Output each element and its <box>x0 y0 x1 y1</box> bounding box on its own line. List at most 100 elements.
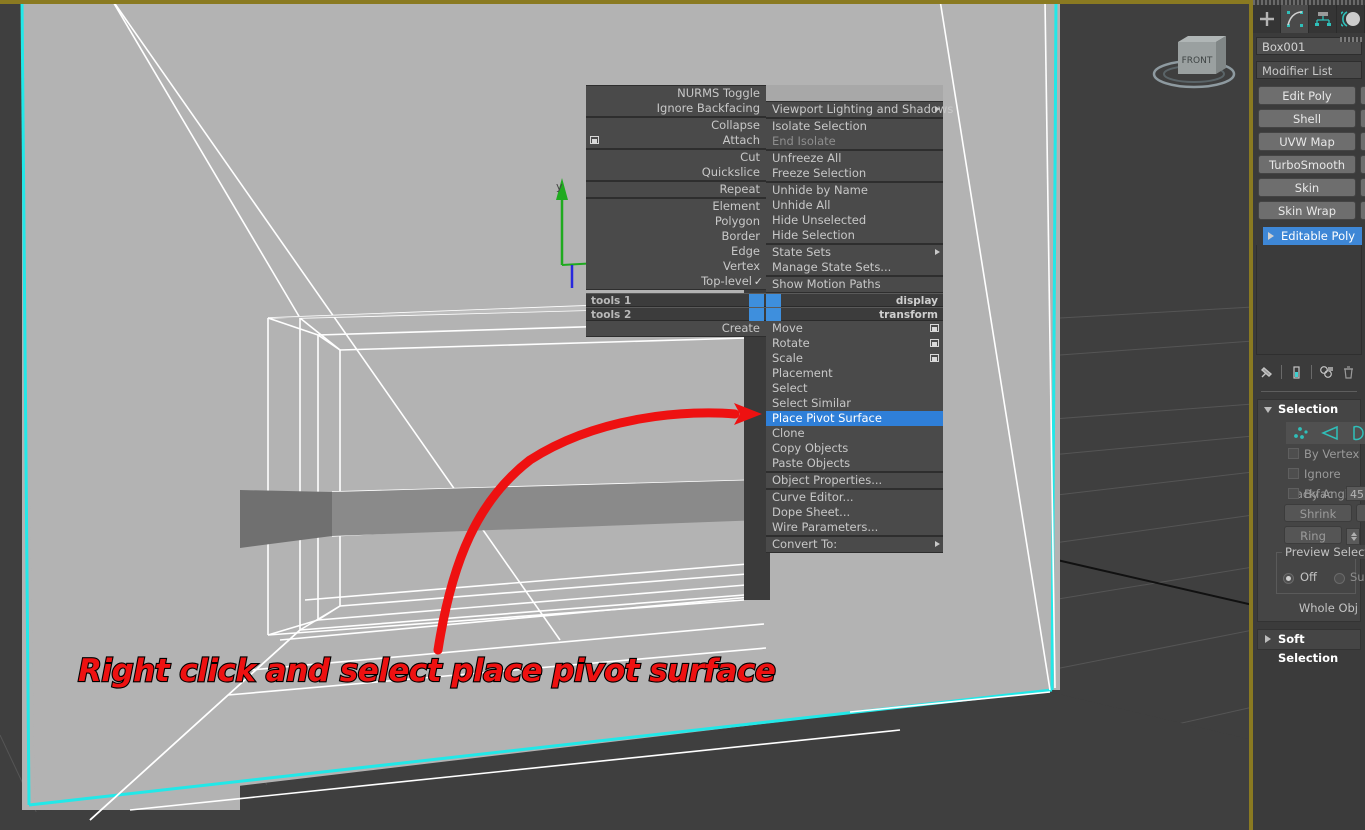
make-unique-icon[interactable] <box>1319 365 1335 380</box>
menu-item-vertex[interactable]: Vertex <box>586 259 766 274</box>
menu-item-rotate[interactable]: Rotate <box>766 336 943 351</box>
menu-item-manage-state-sets[interactable]: Manage State Sets... <box>766 260 943 275</box>
checkbox-ignore-backfacing[interactable]: Ignore Backfac <box>1258 464 1360 501</box>
menu-item-element[interactable]: Element <box>586 199 766 214</box>
quad-bar-indicator[interactable] <box>766 308 781 322</box>
menu-item-unhide-all[interactable]: Unhide All <box>766 198 943 213</box>
modifier-button-secondary[interactable] <box>1360 155 1365 174</box>
modifier-button-secondary[interactable] <box>1360 109 1365 128</box>
menu-item-object-properties[interactable]: Object Properties... <box>766 473 943 488</box>
quad-bar-indicator[interactable] <box>749 294 764 308</box>
menu-item-move[interactable]: Move <box>766 321 943 336</box>
hierarchy-tab[interactable] <box>1309 5 1337 33</box>
menu-item-repeat[interactable]: Repeat <box>586 182 766 197</box>
modifier-button-edit-poly[interactable]: Edit Poly <box>1258 86 1356 105</box>
menu-item-collapse[interactable]: Collapse <box>586 118 766 133</box>
modifier-stack-list[interactable] <box>1256 245 1362 355</box>
menu-item-attach[interactable]: Attach <box>586 133 766 148</box>
menu-item-top-level[interactable]: Top-level ✓ <box>586 274 766 289</box>
expand-triangle-icon[interactable] <box>1265 635 1271 643</box>
menu-item-select[interactable]: Select <box>766 381 943 396</box>
quad-menu-left-column[interactable]: NURMS Toggle Ignore Backfacing Collapse … <box>586 85 766 290</box>
modifier-button-uvw-map[interactable]: UVW Map <box>1258 132 1356 151</box>
scale-settings-box-icon[interactable] <box>930 354 939 362</box>
expand-triangle-icon[interactable] <box>1268 232 1274 240</box>
quad-bar-indicator[interactable] <box>749 308 764 322</box>
checkbox-box[interactable] <box>1288 448 1299 459</box>
menu-item-clone[interactable]: Clone <box>766 426 943 441</box>
menu-item-scale[interactable]: Scale <box>766 351 943 366</box>
menu-item-curve-editor[interactable]: Curve Editor... <box>766 490 943 505</box>
menu-item-unfreeze-all[interactable]: Unfreeze All <box>766 151 943 166</box>
edge-icon[interactable] <box>1320 425 1340 441</box>
menu-item-placement[interactable]: Placement <box>766 366 943 381</box>
quad-menu-right-lower[interactable]: Move Rotate Scale Placement Select Selec… <box>766 321 943 553</box>
menu-item-hide-unselected[interactable]: Hide Unselected <box>766 213 943 228</box>
rotate-settings-box-icon[interactable] <box>930 339 939 347</box>
menu-item-select-similar[interactable]: Select Similar <box>766 396 943 411</box>
modifier-button-skin-wrap[interactable]: Skin Wrap <box>1258 201 1356 220</box>
menu-item-freeze-selection[interactable]: Freeze Selection <box>766 166 943 181</box>
subobject-level-buttons[interactable] <box>1286 422 1365 444</box>
menu-item-isolate-selection[interactable]: Isolate Selection <box>766 119 943 134</box>
menu-item-paste-objects[interactable]: Paste Objects <box>766 456 943 471</box>
quad-bar-indicator[interactable] <box>766 294 781 308</box>
radio-preview-off[interactable] <box>1283 573 1294 584</box>
create-tab[interactable] <box>1253 5 1281 33</box>
quad-menu-right-column[interactable]: Viewport Lighting and Shadows Isolate Se… <box>766 85 953 293</box>
menu-item-edge[interactable]: Edge <box>586 244 766 259</box>
modifier-button-shell[interactable]: Shell <box>1258 109 1356 128</box>
modifier-button-secondary[interactable] <box>1360 178 1365 197</box>
radio-preview-subobject[interactable] <box>1334 573 1345 584</box>
menu-item-wire-parameters[interactable]: Wire Parameters... <box>766 520 943 535</box>
command-panel[interactable]: Box001 Modifier List Edit Poly Shell UVW… <box>1253 0 1365 830</box>
by-angle-value-field[interactable]: 45. <box>1346 486 1365 501</box>
show-end-result-icon[interactable] <box>1289 365 1304 380</box>
attach-settings-box-icon[interactable] <box>590 136 599 144</box>
remove-modifier-icon[interactable] <box>1342 365 1355 380</box>
shrink-button[interactable]: Shrink <box>1284 504 1352 522</box>
modifier-stack-toolbar[interactable] <box>1253 355 1365 389</box>
border-icon[interactable] <box>1349 425 1365 441</box>
menu-item-copy-objects[interactable]: Copy Objects <box>766 441 943 456</box>
modifier-button-turbosmooth[interactable]: TurboSmooth <box>1258 155 1356 174</box>
modifier-stack-item-editable-poly[interactable]: Editable Poly <box>1263 227 1362 245</box>
menu-item-unhide-by-name[interactable]: Unhide by Name <box>766 183 943 198</box>
menu-item-place-pivot-surface[interactable]: Place Pivot Surface <box>766 411 943 426</box>
menu-item-viewport-lighting-and-shadows[interactable]: Viewport Lighting and Shadows <box>766 102 953 117</box>
checkbox-by-angle[interactable]: By Angle: 45. <box>1258 484 1365 504</box>
rollout-soft-selection-header[interactable]: Soft Selection <box>1258 630 1360 665</box>
viewcube-widget[interactable]: FRONT <box>1148 26 1240 92</box>
grow-button[interactable] <box>1356 504 1365 522</box>
vertex-icon[interactable] <box>1291 425 1311 441</box>
rollout-selection[interactable]: Selection By Vertex Ignore Backfac By An… <box>1257 399 1365 622</box>
menu-item-cut[interactable]: Cut <box>586 150 766 165</box>
quad-bar-tools-1[interactable]: tools 1 display <box>586 293 943 308</box>
motion-tab[interactable] <box>1337 5 1365 33</box>
move-settings-box-icon[interactable] <box>930 324 939 332</box>
quad-bar-tools-2[interactable]: tools 2 transform <box>586 307 943 322</box>
quad-menu-left-lower[interactable]: Create <box>586 321 766 337</box>
modifier-button-secondary[interactable] <box>1360 132 1365 151</box>
ring-button[interactable]: Ring <box>1284 526 1342 544</box>
menu-item-convert-to[interactable]: Convert To: <box>766 537 943 552</box>
checkbox-box[interactable] <box>1288 488 1299 499</box>
modifier-list-dropdown[interactable]: Modifier List <box>1256 61 1362 79</box>
modifier-button-skin[interactable]: Skin <box>1258 178 1356 197</box>
rollout-soft-selection[interactable]: Soft Selection <box>1257 629 1361 665</box>
menu-item-polygon[interactable]: Polygon <box>586 214 766 229</box>
pin-stack-icon[interactable] <box>1259 365 1274 380</box>
menu-item-hide-selection[interactable]: Hide Selection <box>766 228 943 243</box>
checkbox-box[interactable] <box>1288 468 1299 479</box>
ring-spinner[interactable] <box>1346 528 1360 545</box>
modifier-button-secondary[interactable] <box>1360 201 1365 220</box>
modifier-button-set[interactable]: Edit Poly Shell UVW Map TurboSmooth Skin… <box>1253 86 1365 224</box>
menu-item-nurms-toggle[interactable]: NURMS Toggle <box>586 86 766 101</box>
menu-item-state-sets[interactable]: State Sets <box>766 245 943 260</box>
menu-item-create[interactable]: Create <box>586 321 766 336</box>
rollout-selection-header[interactable]: Selection <box>1258 400 1360 419</box>
modify-tab[interactable] <box>1281 5 1309 33</box>
menu-item-show-motion-paths[interactable]: Show Motion Paths <box>766 277 943 292</box>
stack-resize-handle[interactable] <box>1340 37 1362 42</box>
menu-item-border[interactable]: Border <box>586 229 766 244</box>
